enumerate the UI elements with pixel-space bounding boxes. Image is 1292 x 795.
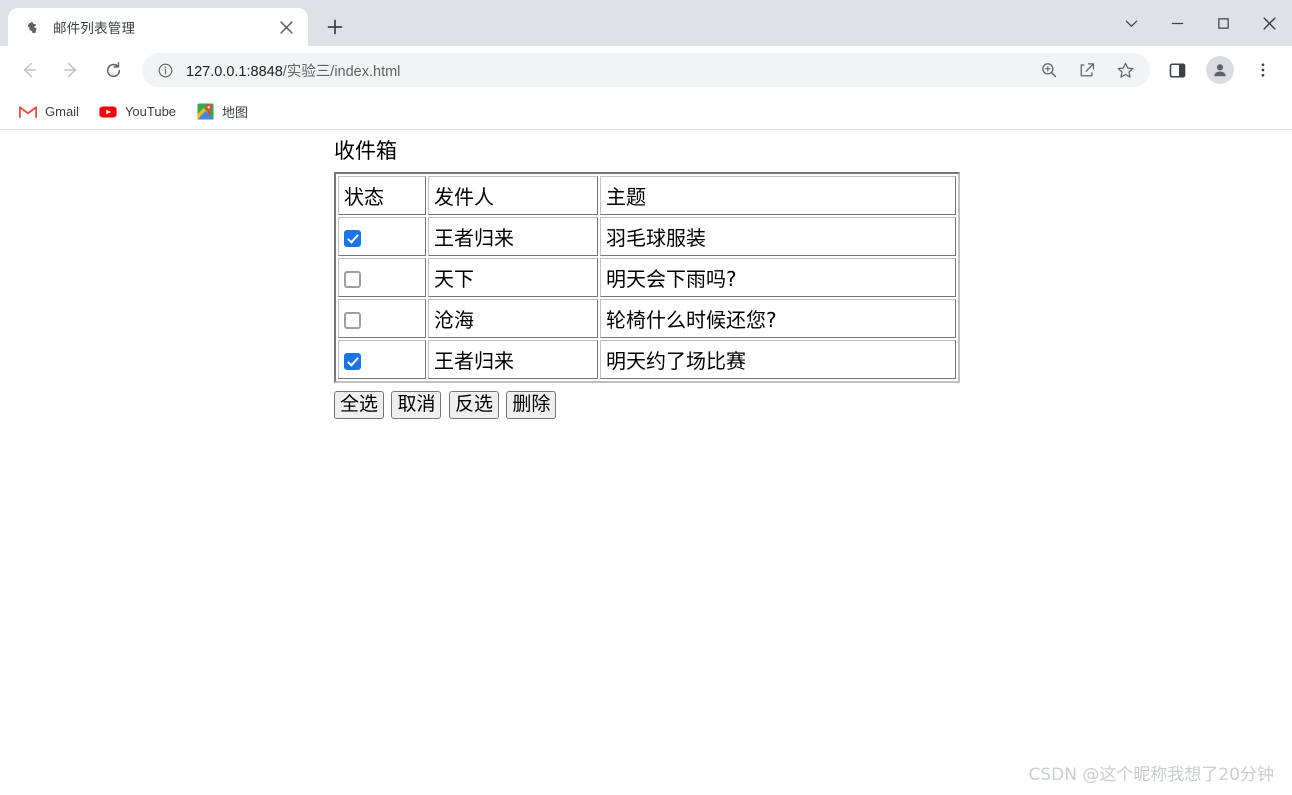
globe-icon (24, 19, 41, 36)
reload-button[interactable] (95, 52, 131, 88)
browser-toolbar: 127.0.0.1:8848/实验三/index.html (0, 46, 1292, 94)
youtube-icon (99, 103, 117, 121)
tab-search-button[interactable] (1108, 0, 1154, 46)
table-row: 天下 明天会下雨吗? (338, 258, 956, 298)
row-checkbox[interactable] (344, 229, 361, 247)
row-sender: 天下 (428, 258, 598, 298)
table-row: 沧海 轮椅什么时候还您? (338, 299, 956, 339)
tab-close-icon[interactable] (274, 15, 298, 39)
close-button[interactable] (1246, 0, 1292, 46)
bookmark-youtube[interactable]: YouTube (90, 99, 185, 125)
tab-strip: 邮件列表管理 (0, 0, 1292, 46)
row-sender: 沧海 (428, 299, 598, 339)
toolbar-right (1156, 52, 1284, 88)
row-subject: 轮椅什么时候还您? (600, 299, 956, 339)
bookmarks-bar: Gmail YouTube 地图 (0, 94, 1292, 130)
bookmark-gmail[interactable]: Gmail (10, 99, 88, 125)
table-header-row: 状态 发件人 主题 (338, 176, 956, 216)
gmail-icon (19, 103, 37, 121)
minimize-button[interactable] (1154, 0, 1200, 46)
profile-avatar[interactable] (1206, 56, 1234, 84)
info-circle-icon[interactable] (154, 59, 176, 81)
page-title: 收件箱 (334, 139, 397, 163)
column-header-subject: 主题 (600, 176, 956, 216)
row-sender: 王者归来 (428, 217, 598, 257)
side-panel-icon[interactable] (1159, 52, 1195, 88)
action-button-row: 全选 取消 反选 删除 (334, 391, 1292, 420)
maximize-button[interactable] (1200, 0, 1246, 46)
row-checkbox-cell (338, 299, 426, 339)
url-host: 127.0.0.1:8848 (186, 63, 283, 80)
row-sender: 王者归来 (428, 340, 598, 380)
page-viewport: 收件箱 状态 发件人 主题 王者归来 羽毛球服装 天下 明天会下雨吗? 沧海 轮… (0, 130, 1292, 795)
tab-title: 邮件列表管理 (53, 21, 136, 36)
window-controls (1108, 0, 1292, 46)
back-button[interactable] (11, 52, 47, 88)
bookmark-maps[interactable]: 地图 (187, 99, 257, 125)
delete-button[interactable]: 删除 (506, 391, 557, 420)
bookmark-label: Gmail (45, 104, 79, 119)
column-header-sender: 发件人 (428, 176, 598, 216)
row-subject: 羽毛球服装 (600, 217, 956, 257)
cancel-button[interactable]: 取消 (391, 391, 442, 420)
url-text[interactable]: 127.0.0.1:8848/实验三/index.html (186, 60, 1030, 81)
row-checkbox-cell (338, 217, 426, 257)
row-checkbox-cell (338, 258, 426, 298)
row-checkbox[interactable] (344, 352, 361, 370)
omnibox-actions (1030, 55, 1144, 85)
row-checkbox[interactable] (344, 311, 361, 329)
invert-selection-button[interactable]: 反选 (448, 391, 499, 420)
browser-window: 邮件列表管理 127.0.0.1:8848/实验三/index.html Gma… (0, 0, 1292, 795)
google-maps-icon (196, 103, 214, 121)
watermark: CSDN @这个昵称我想了20分钟 (1028, 765, 1274, 785)
share-icon[interactable] (1072, 55, 1102, 85)
row-checkbox-cell (338, 340, 426, 380)
new-tab-button[interactable] (318, 10, 352, 44)
bookmark-label: 地图 (222, 105, 249, 120)
row-checkbox[interactable] (344, 270, 361, 288)
zoom-in-icon[interactable] (1034, 55, 1064, 85)
address-bar[interactable]: 127.0.0.1:8848/实验三/index.html (142, 53, 1150, 87)
bookmark-label: YouTube (124, 104, 177, 119)
three-dot-menu-icon[interactable] (1245, 52, 1281, 88)
table-row: 王者归来 明天约了场比赛 (338, 340, 956, 380)
page-content: 收件箱 状态 发件人 主题 王者归来 羽毛球服装 天下 明天会下雨吗? 沧海 轮… (0, 130, 1292, 420)
forward-button[interactable] (53, 52, 89, 88)
table-row: 王者归来 羽毛球服装 (338, 217, 956, 257)
row-subject: 明天会下雨吗? (600, 258, 956, 298)
select-all-button[interactable]: 全选 (334, 391, 385, 420)
url-path: /实验三/index.html (282, 63, 401, 80)
browser-tab[interactable]: 邮件列表管理 (8, 8, 308, 46)
row-subject: 明天约了场比赛 (600, 340, 956, 380)
mail-table: 状态 发件人 主题 王者归来 羽毛球服装 天下 明天会下雨吗? 沧海 轮椅什么时… (334, 172, 960, 384)
column-header-status: 状态 (338, 176, 426, 216)
star-icon[interactable] (1110, 55, 1140, 85)
